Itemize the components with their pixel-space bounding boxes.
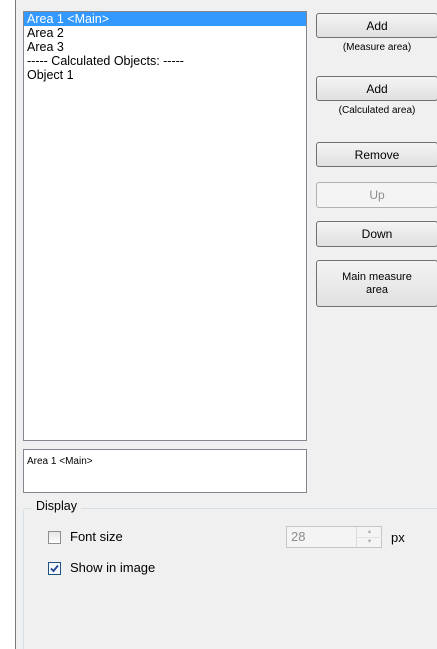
font-size-label: Font size: [70, 529, 123, 544]
main-measure-area-label-line1: Main measure: [342, 270, 412, 283]
checkmark-icon: [50, 564, 59, 573]
list-item[interactable]: Area 1 <Main>: [24, 12, 306, 26]
down-button[interactable]: Down: [316, 221, 437, 247]
add-measure-area-caption: (Measure area): [342, 42, 412, 53]
main-measure-area-button[interactable]: Main measure area: [316, 260, 437, 307]
selected-area-display: Area 1 <Main>: [23, 449, 307, 493]
show-in-image-checkbox[interactable]: [48, 562, 61, 575]
add-calculated-area-caption: (Calculated area): [338, 105, 416, 116]
list-item[interactable]: Area 3: [24, 40, 306, 54]
main-measure-area-label-line2: area: [365, 283, 389, 296]
display-group-title: Display: [32, 499, 81, 513]
up-button[interactable]: Up: [316, 182, 437, 208]
show-in-image-label: Show in image: [70, 560, 156, 575]
list-item[interactable]: Object 1: [24, 68, 306, 82]
add-calculated-area-button[interactable]: Add: [316, 76, 437, 101]
spin-down-icon[interactable]: ▼: [357, 537, 382, 547]
font-size-checkbox[interactable]: [48, 531, 61, 544]
remove-button[interactable]: Remove: [316, 142, 437, 167]
font-size-spinner[interactable]: ▲ ▼: [356, 527, 382, 547]
add-measure-area-button[interactable]: Add: [316, 13, 437, 38]
list-separator[interactable]: ----- Calculated Objects: -----: [24, 54, 306, 68]
font-size-unit: px: [391, 530, 405, 545]
area-listbox[interactable]: Area 1 <Main> Area 2 Area 3 ----- Calcul…: [23, 11, 307, 441]
list-item[interactable]: Area 2: [24, 26, 306, 40]
